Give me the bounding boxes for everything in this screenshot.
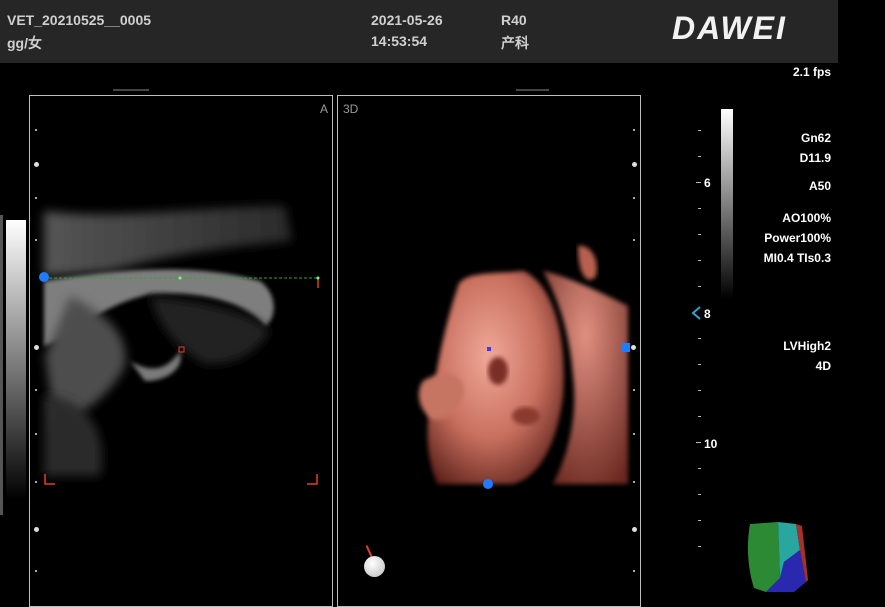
depth-tick bbox=[698, 286, 701, 287]
scale-dot bbox=[34, 527, 39, 532]
probe-orientation-icon bbox=[744, 520, 810, 601]
scale-dot bbox=[632, 162, 637, 167]
param-gain: Gn62 bbox=[800, 131, 831, 145]
patient-id: VET_20210525__0005 bbox=[7, 12, 152, 28]
scale-dot bbox=[35, 389, 37, 391]
depth-tick bbox=[698, 390, 701, 391]
scale-dot bbox=[35, 570, 37, 572]
depth-label-6: 6 bbox=[704, 176, 711, 190]
depth-tick bbox=[698, 520, 701, 521]
frame-rate: 2.1 fps bbox=[792, 65, 831, 79]
scale-dot bbox=[633, 481, 635, 483]
scale-dot bbox=[633, 433, 635, 435]
viewport-3d[interactable]: 3D bbox=[337, 95, 641, 607]
param-mi-ti: MI0.4 TIs0.3 bbox=[763, 251, 831, 265]
param-render-mode: LVHigh2 bbox=[783, 339, 831, 353]
preset-name: 产科 bbox=[501, 35, 529, 51]
patient-info: gg/女 bbox=[7, 35, 42, 51]
gray-map-bar bbox=[721, 109, 733, 299]
depth-tick bbox=[698, 260, 701, 261]
viewport-a[interactable]: A bbox=[29, 95, 333, 607]
grayscale-bar bbox=[6, 220, 26, 500]
param-depth: D11.9 bbox=[799, 151, 831, 165]
depth-tick bbox=[698, 494, 701, 495]
scale-dot bbox=[35, 239, 37, 241]
depth-tick bbox=[698, 546, 701, 547]
depth-label-8: 8 bbox=[704, 307, 711, 321]
probe-name: R40 bbox=[501, 12, 527, 28]
depth-tick bbox=[698, 364, 701, 365]
param-ao: AO100% bbox=[782, 211, 831, 225]
brand-logo: DAWEI bbox=[672, 10, 787, 46]
scale-dot bbox=[35, 481, 37, 483]
scale-dot bbox=[35, 129, 37, 131]
depth-tick bbox=[698, 468, 701, 469]
depth-tick bbox=[696, 182, 701, 183]
scale-dot bbox=[633, 239, 635, 241]
depth-tick bbox=[698, 416, 701, 417]
focus-marker-icon[interactable] bbox=[690, 305, 702, 326]
exam-time: 14:53:54 bbox=[371, 33, 428, 49]
depth-tick bbox=[696, 442, 701, 443]
param-power: Power100% bbox=[764, 231, 831, 245]
depth-tick bbox=[698, 338, 701, 339]
viewport-a-label: A bbox=[319, 102, 328, 116]
header-mark bbox=[516, 89, 549, 91]
scale-dot bbox=[34, 162, 39, 167]
depth-tick bbox=[698, 130, 701, 131]
orientation-marker-icon[interactable] bbox=[364, 556, 385, 577]
depth-tick bbox=[698, 156, 701, 157]
scale-dot bbox=[35, 197, 37, 199]
scale-dot bbox=[632, 527, 637, 532]
3d-roi-handle-bottom[interactable] bbox=[483, 479, 493, 489]
scale-dot bbox=[633, 197, 635, 199]
rendered-3d-image bbox=[418, 245, 628, 484]
depth-tick bbox=[698, 234, 701, 235]
scale-dot bbox=[633, 389, 635, 391]
header-mark bbox=[113, 89, 149, 91]
param-mode: 4D bbox=[815, 359, 831, 373]
depth-label-10: 10 bbox=[704, 437, 718, 451]
3d-roi-handle-right[interactable] bbox=[621, 343, 630, 352]
scale-dot bbox=[631, 345, 636, 350]
depth-tick bbox=[698, 208, 701, 209]
cursor-handle[interactable] bbox=[39, 272, 49, 282]
scale-dot bbox=[35, 433, 37, 435]
scale-dot bbox=[633, 570, 635, 572]
exam-date: 2021-05-26 bbox=[371, 12, 443, 28]
scale-dot bbox=[633, 129, 635, 131]
grayscale-bar-edge bbox=[0, 215, 3, 515]
scale-dot bbox=[34, 345, 39, 350]
bmode-image bbox=[44, 206, 320, 485]
param-angle: A50 bbox=[808, 179, 831, 193]
